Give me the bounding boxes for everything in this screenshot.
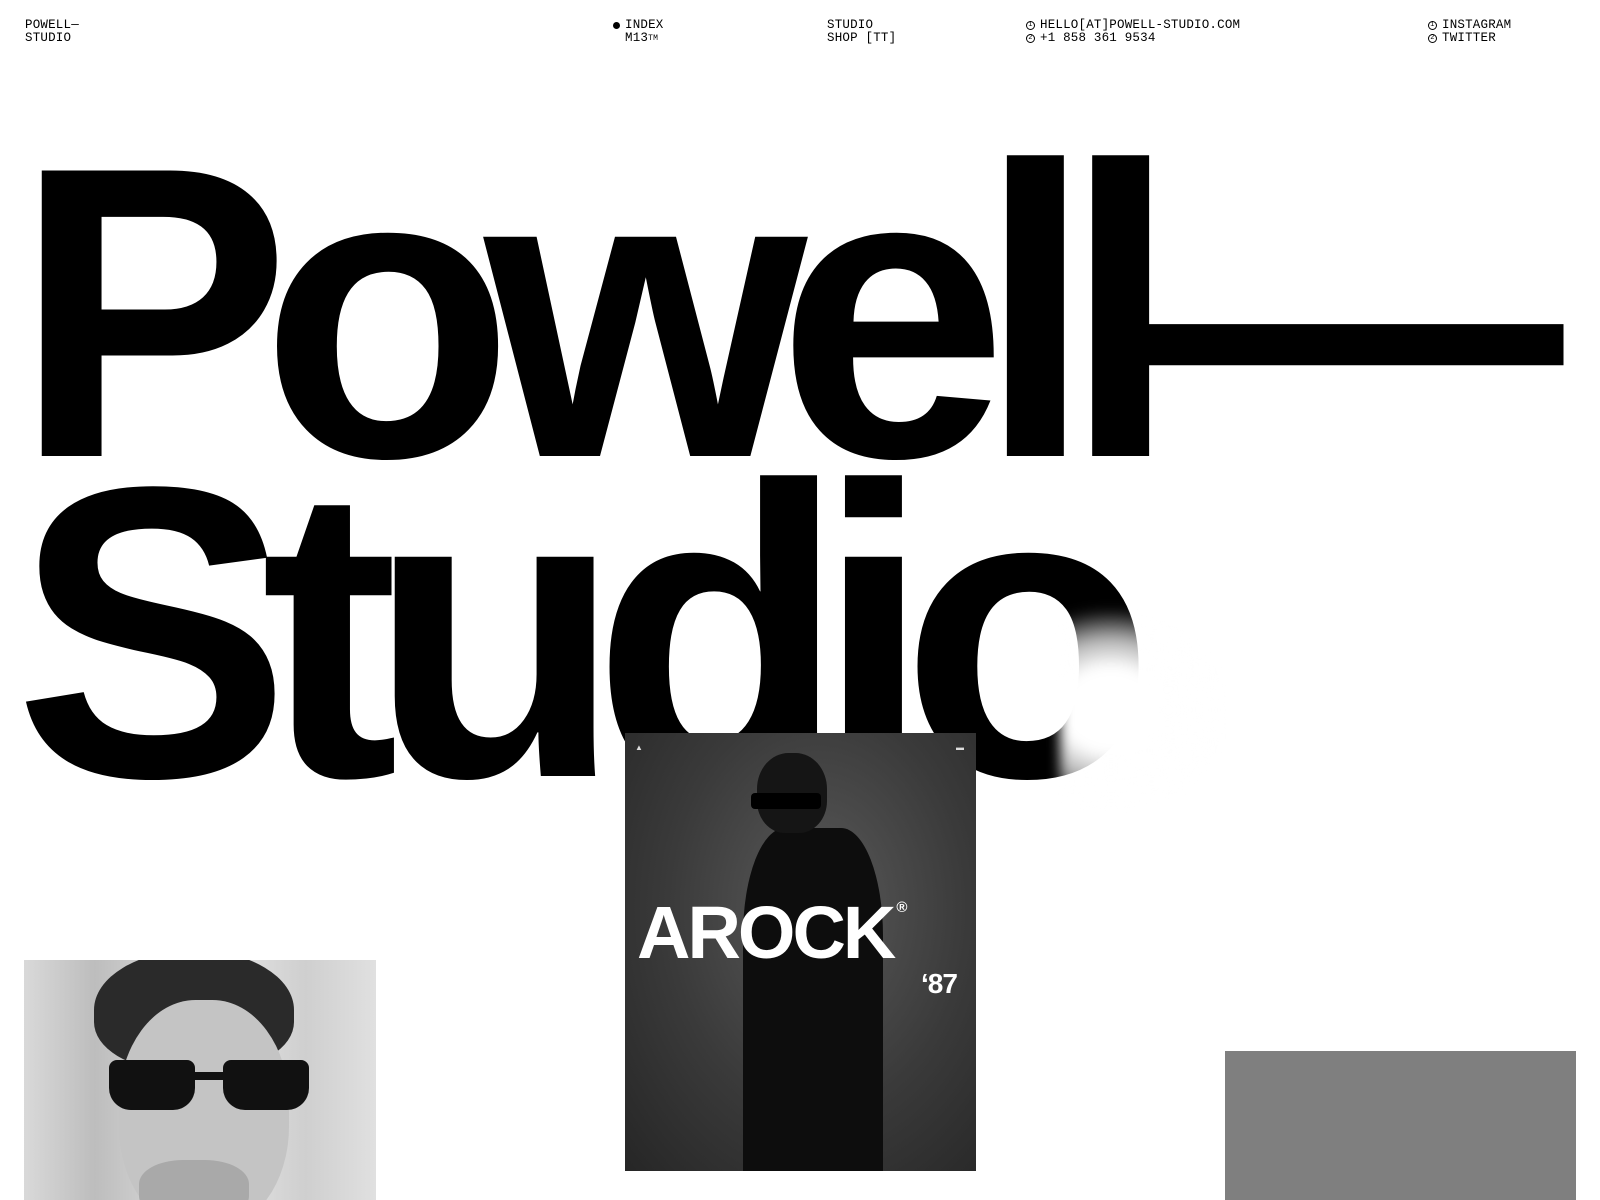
circled-number-icon: 2 — [1026, 34, 1035, 43]
studio-nav: STUDIO SHOP [TT] — [827, 19, 896, 45]
project-arock-card[interactable]: ▲ ▬ AROCK ® ‘87 — [625, 733, 976, 1171]
contact-nav: 1 HELLO[AT]POWELL-STUDIO.COM 2 +1 858 36… — [1026, 19, 1240, 45]
phone-text: +1 858 361 9534 — [1040, 31, 1156, 45]
index-code: M13 — [625, 31, 649, 45]
figure-sunglasses — [751, 793, 821, 809]
corner-mark-icon: ▬ — [956, 743, 964, 752]
shop-link[interactable]: SHOP [TT] — [827, 32, 896, 45]
logo-line-2: STUDIO — [25, 31, 72, 45]
registered-mark: ® — [896, 899, 908, 916]
phone-link[interactable]: 2 +1 858 361 9534 — [1026, 32, 1240, 45]
cursor-blur-effect — [1060, 610, 1230, 810]
project-portrait-thumbnail[interactable] — [24, 960, 376, 1200]
logo-link[interactable]: POWELL— STUDIO — [25, 19, 79, 45]
circled-number-icon: 1 — [1428, 21, 1437, 30]
index-link[interactable]: INDEX M13 TM — [613, 19, 664, 45]
corner-mark-icon: ▲ — [635, 743, 643, 752]
portrait-hand — [139, 1160, 249, 1200]
arock-title-text: AROCK — [637, 891, 896, 974]
sunglasses-shape — [109, 1060, 309, 1112]
figure-body — [743, 828, 883, 1171]
arock-year: ‘87 — [921, 968, 958, 999]
circled-number-icon: 2 — [1428, 34, 1437, 43]
twitter-text: TWITTER — [1442, 31, 1496, 45]
circled-number-icon: 1 — [1026, 21, 1035, 30]
project-placeholder-thumbnail[interactable] — [1225, 1051, 1576, 1200]
arock-title: AROCK ® — [637, 896, 907, 970]
twitter-link[interactable]: 2 TWITTER — [1428, 32, 1511, 45]
bullet-dot-icon — [613, 22, 620, 29]
social-nav: 1 INSTAGRAM 2 TWITTER — [1428, 19, 1511, 45]
